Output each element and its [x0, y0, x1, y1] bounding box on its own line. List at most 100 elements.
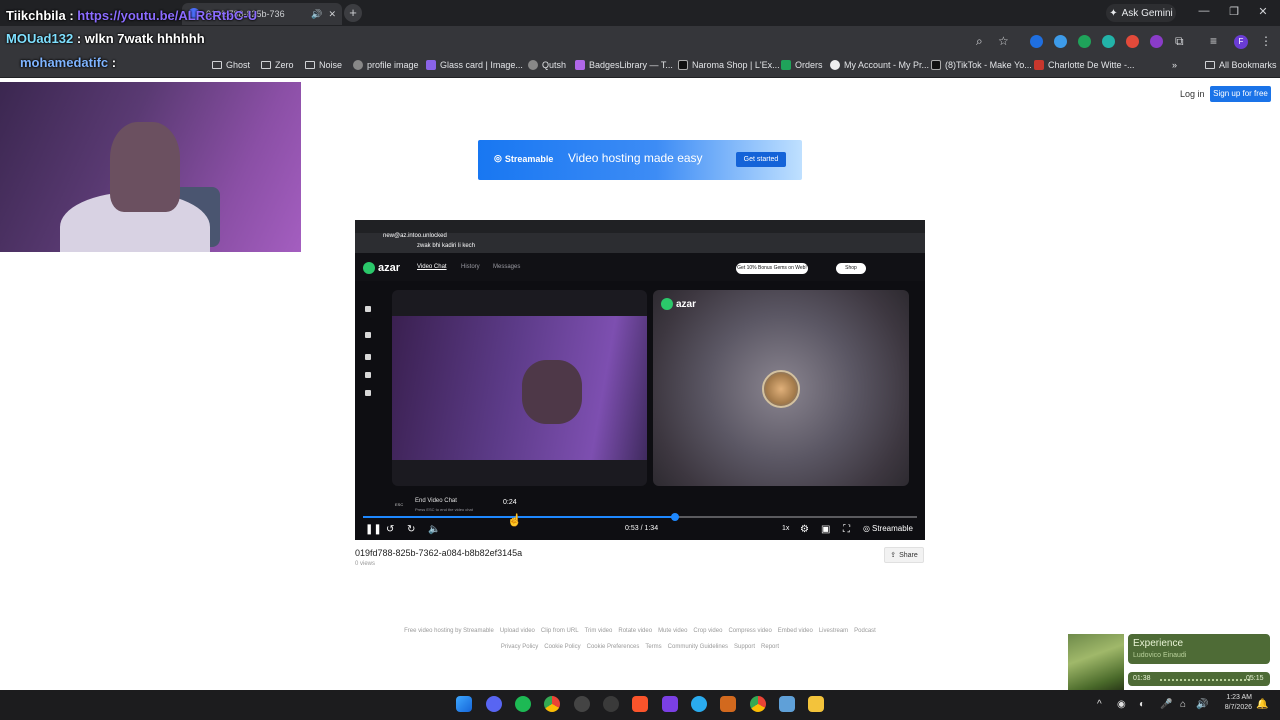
inner-chat-line: zwak bhi kadiri li kech — [417, 243, 476, 249]
discord-icon[interactable] — [486, 696, 502, 712]
footer-link[interactable]: Rotate video — [618, 628, 652, 634]
settings-gear-icon[interactable]: ⚙ — [800, 524, 809, 535]
close-window-icon[interactable]: ✕ — [1256, 5, 1270, 18]
microphone-icon[interactable]: 🎤 — [1160, 699, 1172, 710]
footer-link[interactable]: Mute video — [658, 628, 687, 634]
footer-link[interactable]: Compress video — [728, 628, 771, 634]
bookmark-item[interactable]: Charlotte De Witte -... — [1034, 60, 1135, 70]
bookmarks-overflow-icon[interactable]: » — [1172, 60, 1177, 70]
close-tab-icon[interactable]: ✕ — [328, 9, 336, 20]
ask-gemini-label: Ask Gemini — [1121, 7, 1173, 19]
video-progress-handle[interactable] — [671, 513, 680, 521]
all-bookmarks-button[interactable]: All Bookmarks — [1205, 60, 1277, 70]
footer-link[interactable]: Crop video — [693, 628, 722, 634]
bookmark-item[interactable]: (8)TikTok - Make Yo... — [931, 60, 1032, 70]
bookmark-icon — [575, 60, 585, 70]
bookmark-label: BadgesLibrary — T... — [589, 60, 673, 70]
bookmark-label: Qutsh — [542, 60, 567, 70]
footer-link[interactable]: Community Guidelines — [668, 644, 728, 650]
tray-app-icon[interactable]: ◐ — [1139, 699, 1145, 710]
bookmark-item[interactable]: profile image — [353, 60, 419, 70]
footer-link[interactable]: Upload video — [500, 628, 535, 634]
tray-discord-icon[interactable]: ◉ — [1117, 699, 1126, 710]
start-windows-icon[interactable] — [456, 696, 472, 712]
volume-tray-icon[interactable]: 🔊 — [1196, 699, 1208, 710]
speaker-icon[interactable]: 🔊 — [311, 9, 322, 20]
tray-chevron-icon[interactable]: ^ — [1097, 699, 1102, 710]
bookmark-item[interactable]: Orders — [781, 60, 823, 70]
video-player[interactable]: new@az.intoo.unlocked zwak bhi kadiri li… — [355, 220, 925, 540]
clock-time: 1:23 AM — [1226, 694, 1252, 701]
bookmark-item[interactable]: Qutsh — [528, 60, 566, 70]
bookmark-item[interactable]: Noise — [305, 60, 342, 70]
star-icon[interactable]: ☆ — [998, 34, 1009, 48]
picture-in-picture-icon[interactable]: ▣ — [821, 524, 830, 535]
footer-link[interactable]: Cookie Preferences — [587, 644, 640, 650]
tiktok-icon — [931, 60, 941, 70]
fullscreen-icon[interactable]: ⛶ — [843, 524, 850, 535]
streamable-ad-banner[interactable]: ◎ Streamable Video hosting made easy Get … — [478, 140, 802, 180]
restore-icon[interactable]: ❐ — [1227, 5, 1241, 18]
notification-icon[interactable]: 🔔 — [1256, 699, 1268, 710]
footer-link[interactable]: Livestream — [819, 628, 848, 634]
spotify-icon[interactable] — [515, 696, 531, 712]
bookmark-item[interactable]: Naroma Shop | L'Ex... — [678, 60, 780, 70]
minimize-icon[interactable]: — — [1197, 5, 1211, 17]
brave-icon[interactable] — [632, 696, 648, 712]
file-explorer-icon[interactable] — [808, 696, 824, 712]
footer-link[interactable]: Free video hosting by Streamable — [404, 628, 494, 634]
obs-icon[interactable] — [574, 696, 590, 712]
bookmark-item[interactable]: My Account - My Pr... — [830, 60, 929, 70]
ask-gemini-button[interactable]: ✦ Ask Gemini — [1106, 4, 1176, 22]
extension-icon-2[interactable] — [1054, 35, 1067, 48]
chrome-icon[interactable] — [544, 696, 560, 712]
extension-icon-3[interactable] — [1078, 35, 1091, 48]
footer-link[interactable]: Report — [761, 644, 779, 650]
extension-icon-6[interactable] — [1150, 35, 1163, 48]
bookmark-item[interactable]: Glass card | Image... — [426, 60, 523, 70]
app-icon[interactable] — [603, 696, 619, 712]
tab-search-icon[interactable]: ≡ — [1210, 34, 1217, 48]
footer-link[interactable]: Clip from URL — [541, 628, 579, 634]
new-tab-button[interactable]: + — [344, 4, 362, 22]
extension-icon-4[interactable] — [1102, 35, 1115, 48]
extension-icon-5[interactable] — [1126, 35, 1139, 48]
footer-link[interactable]: Podcast — [854, 628, 876, 634]
telegram-icon[interactable] — [691, 696, 707, 712]
signup-button[interactable]: Sign up for free — [1210, 86, 1271, 102]
login-link[interactable]: Log in — [1180, 89, 1205, 99]
menu-kebab-icon[interactable]: ⋮ — [1260, 34, 1272, 48]
footer-link[interactable]: Support — [734, 644, 755, 650]
profile-avatar[interactable]: F — [1234, 35, 1248, 49]
streamable-logo: ◎ Streamable — [494, 153, 553, 164]
share-button[interactable]: ⇪ Share — [884, 547, 924, 563]
volume-icon[interactable]: 🔈 — [428, 524, 440, 535]
bookmark-item[interactable]: BadgesLibrary — T... — [575, 60, 673, 70]
footer-link[interactable]: Terms — [645, 644, 661, 650]
app-icon-purple[interactable] — [662, 696, 678, 712]
footer-link[interactable]: Trim video — [585, 628, 613, 634]
playback-speed-button[interactable]: 1x — [782, 525, 789, 532]
video-progress-bar[interactable] — [363, 513, 917, 521]
get-started-button[interactable]: Get started — [736, 152, 786, 167]
bookmark-label: Zero — [275, 60, 294, 70]
footer-link[interactable]: Privacy Policy — [501, 644, 538, 650]
rewind-icon[interactable]: ↺ — [386, 524, 394, 535]
app-icon-blue[interactable] — [779, 696, 795, 712]
player-streamable-brand[interactable]: ◎ Streamable — [863, 524, 913, 533]
chat-username: MOUad132 — [6, 31, 74, 46]
app-icon-orange[interactable] — [720, 696, 736, 712]
taskbar-clock[interactable]: 1:23 AM 8/7/2026 — [1210, 693, 1252, 713]
footer-link[interactable]: Cookie Policy — [544, 644, 580, 650]
footer-link[interactable]: Embed video — [778, 628, 813, 634]
forward-icon[interactable]: ↻ — [407, 524, 415, 535]
pause-icon[interactable]: ❚❚ — [365, 524, 382, 535]
self-video-frame — [392, 316, 647, 460]
chrome-active-icon[interactable] — [750, 696, 766, 712]
network-icon[interactable]: ⌂ — [1180, 699, 1186, 710]
bookmark-item[interactable]: Ghost — [212, 60, 250, 70]
extension-icon-1[interactable] — [1030, 35, 1043, 48]
zoom-icon[interactable]: ⌕ — [976, 34, 983, 49]
bookmark-item[interactable]: Zero — [261, 60, 294, 70]
extensions-puzzle-icon[interactable]: ⧉ — [1175, 34, 1184, 49]
